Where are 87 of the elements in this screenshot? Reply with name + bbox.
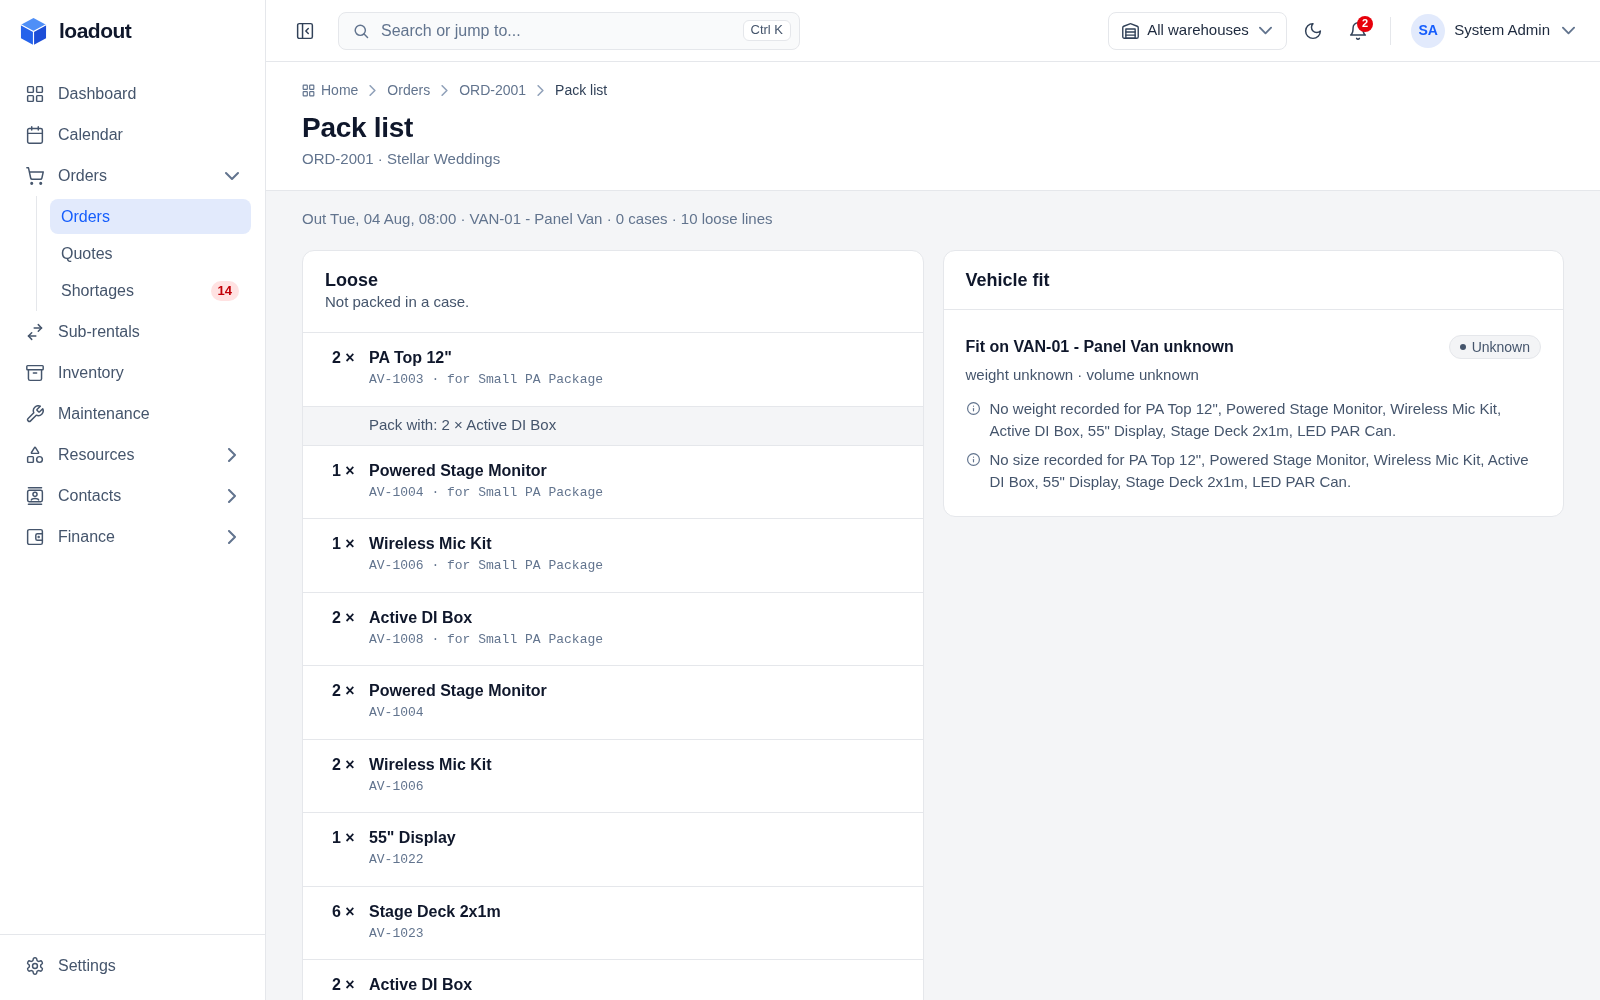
breadcrumb-current: Pack list bbox=[555, 80, 608, 100]
search-icon bbox=[353, 22, 369, 39]
fit-title: Fit on VAN-01 - Panel Van unknown bbox=[965, 337, 1234, 357]
bell-icon bbox=[1349, 21, 1368, 40]
order-summary: Out Tue, 04 Aug, 08:00 · VAN-01 - Panel Van · 0 cases · 10 loose lines bbox=[302, 209, 774, 229]
sidebar-toggle-button[interactable] bbox=[295, 20, 315, 41]
item-code: AV-1022 bbox=[369, 851, 425, 869]
quantity: 2 × bbox=[332, 681, 356, 701]
archive-box-icon bbox=[26, 363, 44, 382]
user-avatar: SA bbox=[1411, 13, 1446, 48]
grid-icon bbox=[302, 83, 315, 97]
item-name: PA Top 12" bbox=[369, 348, 453, 368]
item-name: Powered Stage Monitor bbox=[369, 681, 547, 701]
wrench-icon bbox=[26, 404, 44, 423]
sidebar-item[interactable]: Maintenance bbox=[0, 393, 265, 434]
sidebar-item[interactable]: Resources bbox=[0, 434, 265, 475]
quantity: 2 × bbox=[332, 754, 356, 775]
card-title: Vehicle fit bbox=[965, 268, 1050, 292]
app-name: loadout bbox=[59, 18, 132, 45]
item-name: Active DI Box bbox=[369, 975, 473, 995]
card-title: Loose bbox=[325, 269, 379, 292]
contact-card-icon bbox=[26, 486, 44, 505]
wallet-icon bbox=[26, 527, 44, 546]
chevron-right-icon bbox=[439, 84, 451, 96]
quantity: 1 × bbox=[332, 460, 356, 481]
quantity: 2 × bbox=[332, 348, 356, 368]
cart-icon bbox=[26, 166, 44, 185]
quantity: 2 × bbox=[332, 975, 356, 995]
item-code: AV-1008 · for Small PA Package bbox=[369, 630, 604, 649]
note-text: No size recorded for PA Top 12", Powered Stage Monitor, Wireless Mic Kit, Active DI Box, 55" Display, Stage Deck 2x1m, LED PAR Can. bbox=[989, 450, 1530, 492]
sidebar-item[interactable]: Calendar bbox=[0, 114, 265, 155]
sidebar-item[interactable]: Contacts bbox=[0, 475, 265, 516]
sidebar-item[interactable]: Finance bbox=[0, 516, 265, 557]
card-subtitle: Not packed in a case. bbox=[325, 292, 471, 312]
chevron-right-icon bbox=[535, 84, 547, 96]
warehouse-select[interactable]: All warehouses bbox=[1108, 11, 1288, 50]
notifications-button[interactable]: 2 bbox=[1343, 15, 1374, 46]
quantity: 2 × bbox=[332, 607, 356, 628]
info-icon bbox=[966, 402, 980, 415]
item-name: Wireless Mic Kit bbox=[369, 534, 493, 554]
breadcrumb-link[interactable]: Home bbox=[302, 79, 359, 101]
item-code: AV-1006 bbox=[369, 777, 425, 796]
notification-count-badge: 2 bbox=[1357, 15, 1374, 32]
breadcrumb-link[interactable]: ORD-2001 bbox=[459, 79, 527, 101]
left-right-arrows-icon bbox=[26, 322, 44, 341]
logo-icon bbox=[20, 16, 47, 46]
item-code: AV-1004 bbox=[369, 704, 425, 722]
item-name: Stage Deck 2x1m bbox=[369, 901, 501, 922]
settings-link[interactable]: Settings bbox=[0, 945, 265, 986]
sidebar-item[interactable]: Inventory bbox=[0, 352, 265, 393]
fit-detail: weight unknown · volume unknown bbox=[965, 365, 1200, 385]
chevron-down-icon bbox=[1562, 24, 1575, 37]
quantity: 6 × bbox=[332, 901, 356, 922]
pack-with-note: Pack with: 2 × Active DI Box bbox=[303, 406, 923, 446]
count-badge: 14 bbox=[210, 280, 239, 301]
status-label: Unknown bbox=[1471, 337, 1530, 357]
item-code: AV-1003 · for Small PA Package bbox=[369, 371, 604, 389]
info-icon bbox=[966, 453, 980, 466]
settings-icon bbox=[26, 956, 44, 975]
grid-icon bbox=[26, 84, 44, 103]
sidebar-subitem[interactable]: Quotes bbox=[50, 236, 251, 271]
chevron-down-icon bbox=[1259, 24, 1273, 37]
page-title: Pack list bbox=[302, 111, 414, 145]
sidebar-item[interactable]: Sub-rentals bbox=[0, 311, 265, 352]
item-name: Wireless Mic Kit bbox=[369, 754, 492, 775]
panel-icon bbox=[296, 21, 314, 40]
item-name: Active DI Box bbox=[369, 607, 474, 628]
moon-icon bbox=[1304, 21, 1323, 40]
quantity: 1 × bbox=[332, 828, 356, 848]
sidebar-subitem[interactable]: Orders bbox=[50, 199, 251, 234]
item-code: AV-1023 bbox=[369, 924, 425, 943]
breadcrumb-link[interactable]: Orders bbox=[387, 79, 431, 101]
sidebar-subitem[interactable]: Shortages 14 bbox=[50, 273, 251, 308]
sidebar-item[interactable]: Dashboard bbox=[0, 73, 265, 114]
quantity: 1 × bbox=[332, 534, 356, 554]
shapes-icon bbox=[26, 445, 44, 464]
item-code: AV-1004 · for Small PA Package bbox=[369, 483, 604, 502]
warehouse-icon bbox=[1122, 22, 1140, 39]
user-menu-button[interactable]: SA System Admin bbox=[1411, 13, 1575, 48]
chevron-right-icon bbox=[367, 84, 379, 96]
item-code: AV-1006 · for Small PA Package bbox=[369, 557, 604, 575]
note-text: No weight recorded for PA Top 12", Powered Stage Monitor, Wireless Mic Kit, Active DI Box, 55" Display, Stage Deck 2x1m, LED PAR Can. bbox=[989, 399, 1503, 441]
item-name: 55" Display bbox=[369, 828, 456, 848]
sidebar-item[interactable]: Orders bbox=[0, 155, 265, 196]
page-subtitle: ORD-2001 · Stellar Weddings bbox=[302, 149, 502, 169]
item-name: Powered Stage Monitor bbox=[369, 460, 548, 481]
calendar-icon bbox=[26, 125, 44, 144]
